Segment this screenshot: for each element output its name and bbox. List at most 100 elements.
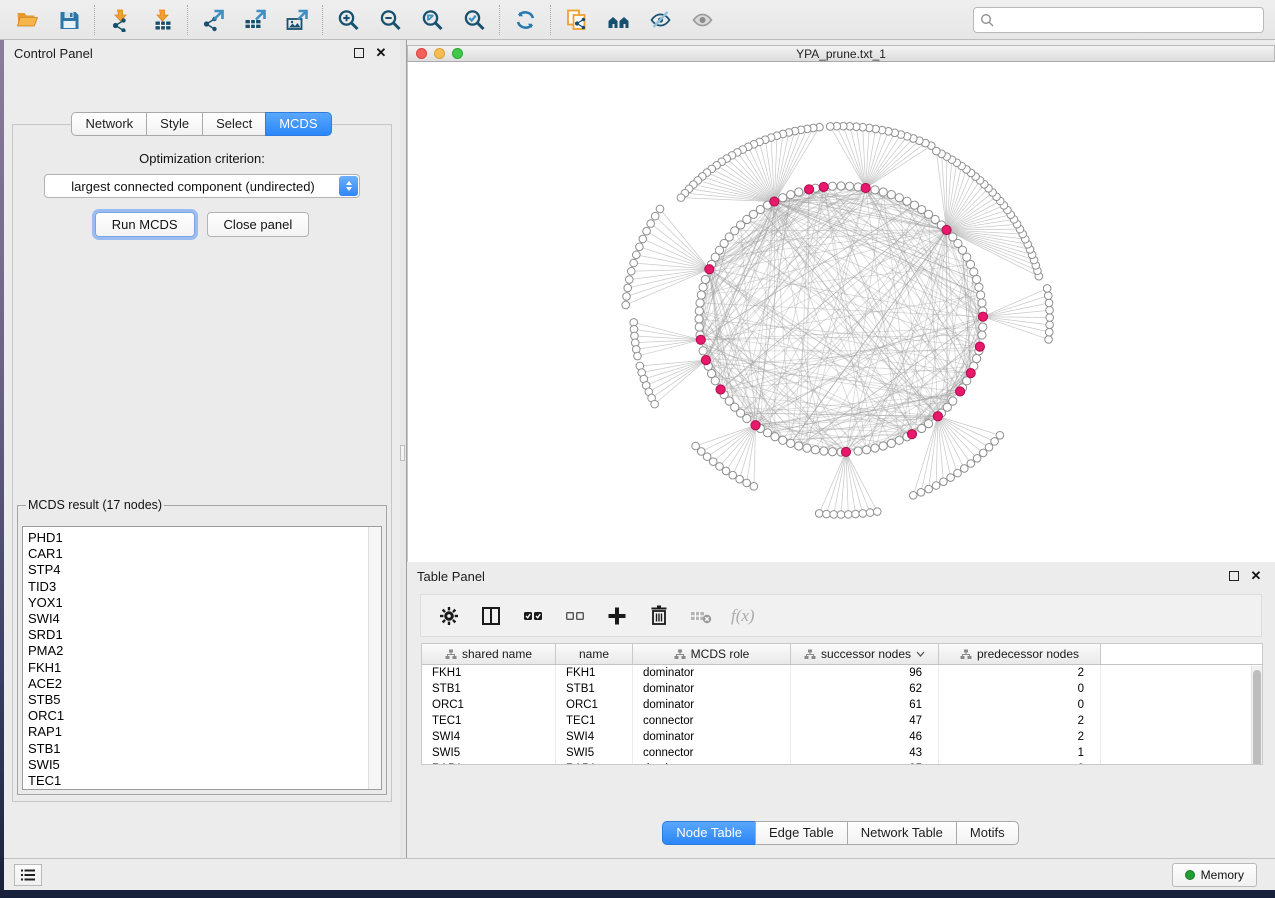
export-network-button[interactable]	[192, 3, 234, 37]
column-header-MCDS-role[interactable]: MCDS role	[633, 644, 791, 664]
mcds-result-item[interactable]: PMA2	[28, 643, 367, 659]
satellite-node[interactable]	[823, 510, 831, 518]
tab-network[interactable]: Network	[71, 112, 147, 136]
network-canvas[interactable]	[407, 62, 1275, 562]
satellite-node[interactable]	[985, 443, 993, 451]
mcds-result-item[interactable]: ACE2	[28, 676, 367, 692]
satellite-node[interactable]	[925, 485, 933, 493]
network-node[interactable]	[711, 377, 719, 385]
network-node[interactable]	[972, 275, 980, 283]
network-from-selection-button[interactable]	[555, 3, 597, 37]
network-node[interactable]	[975, 283, 983, 291]
import-network-button[interactable]	[99, 3, 141, 37]
satellite-node[interactable]	[837, 511, 845, 519]
satellite-node[interactable]	[815, 510, 823, 518]
first-neighbors-button[interactable]	[597, 3, 639, 37]
mcds-hub-node[interactable]	[716, 385, 725, 394]
satellite-node[interactable]	[830, 511, 838, 519]
network-node[interactable]	[699, 283, 707, 291]
satellite-node[interactable]	[1043, 285, 1051, 293]
network-node[interactable]	[972, 354, 980, 362]
mcds-result-item[interactable]: YOX1	[28, 595, 367, 611]
tab-motifs[interactable]: Motifs	[956, 821, 1019, 845]
network-node[interactable]	[828, 182, 836, 190]
vertical-splitter[interactable]	[400, 40, 407, 858]
mcds-hub-node[interactable]	[933, 412, 942, 421]
mcds-hub-node[interactable]	[907, 430, 916, 439]
tab-node-table[interactable]: Node Table	[662, 821, 756, 845]
table-row[interactable]: RAP1RAP1dominator352	[422, 761, 1262, 765]
satellite-node[interactable]	[722, 467, 730, 475]
network-node[interactable]	[696, 299, 704, 307]
optimization-criterion-select[interactable]: largest connected component (undirected)	[44, 174, 360, 198]
zoom-out-button[interactable]	[369, 3, 411, 37]
network-node[interactable]	[871, 444, 879, 452]
network-node[interactable]	[978, 331, 986, 339]
table-row[interactable]: SWI4SWI4dominator462	[422, 729, 1262, 745]
network-node[interactable]	[795, 188, 803, 196]
satellite-node[interactable]	[859, 510, 867, 518]
mcds-hub-node[interactable]	[770, 197, 779, 206]
show-columns-button[interactable]	[479, 601, 503, 631]
network-node[interactable]	[895, 194, 903, 202]
mcds-hub-node[interactable]	[975, 342, 984, 351]
satellite-node[interactable]	[677, 194, 685, 202]
memory-button[interactable]: Memory	[1172, 863, 1257, 887]
open-file-button[interactable]	[6, 3, 48, 37]
column-header-successor-nodes[interactable]: successor nodes	[791, 644, 939, 664]
network-node[interactable]	[787, 191, 795, 199]
mcds-hub-node[interactable]	[978, 312, 987, 321]
satellite-node[interactable]	[991, 438, 999, 446]
satellite-node[interactable]	[634, 352, 642, 360]
satellite-node[interactable]	[932, 482, 940, 490]
satellite-node[interactable]	[947, 474, 955, 482]
mcds-result-item[interactable]: SWI5	[28, 757, 367, 773]
network-node[interactable]	[743, 414, 751, 422]
network-node[interactable]	[771, 433, 779, 441]
satellite-node[interactable]	[909, 492, 917, 500]
table-row[interactable]: ORC1ORC1dominator610	[422, 697, 1262, 713]
satellite-node[interactable]	[1046, 321, 1054, 329]
column-header-predecessor-nodes[interactable]: predecessor nodes	[939, 644, 1101, 664]
satellite-node[interactable]	[873, 508, 881, 516]
mcds-hub-node[interactable]	[861, 183, 870, 192]
satellite-node[interactable]	[639, 235, 647, 243]
network-node[interactable]	[895, 436, 903, 444]
tab-select[interactable]: Select	[202, 112, 266, 136]
satellite-node[interactable]	[1044, 292, 1052, 300]
mcds-result-item[interactable]: SRD1	[28, 627, 367, 643]
satellite-node[interactable]	[622, 301, 630, 309]
network-node[interactable]	[811, 446, 819, 454]
mcds-hub-node[interactable]	[955, 387, 964, 396]
network-node[interactable]	[845, 182, 853, 190]
satellite-node[interactable]	[623, 293, 631, 301]
satellite-node[interactable]	[960, 465, 968, 473]
save-session-button[interactable]	[48, 3, 90, 37]
export-table-button[interactable]	[234, 3, 276, 37]
close-panel-button[interactable]: Close panel	[207, 212, 310, 237]
hide-selected-button[interactable]	[639, 3, 681, 37]
table-row[interactable]: TEC1TEC1connector472	[422, 713, 1262, 729]
satellite-node[interactable]	[636, 243, 644, 251]
satellite-node[interactable]	[651, 400, 659, 408]
column-header-shared-name[interactable]: shared name	[422, 644, 556, 664]
network-node[interactable]	[803, 444, 811, 452]
mcds-hub-node[interactable]	[701, 355, 710, 364]
network-node[interactable]	[837, 182, 845, 190]
network-node[interactable]	[779, 436, 787, 444]
satellite-node[interactable]	[743, 479, 751, 487]
mcds-result-item[interactable]: STB5	[28, 692, 367, 708]
add-column-button[interactable]	[605, 601, 629, 631]
network-node[interactable]	[779, 194, 787, 202]
table-row[interactable]: FKH1FKH1dominator962	[422, 665, 1262, 681]
satellite-node[interactable]	[736, 475, 744, 483]
mcds-hub-node[interactable]	[819, 182, 828, 191]
network-node[interactable]	[879, 442, 887, 450]
network-node[interactable]	[949, 233, 957, 241]
mcds-hub-node[interactable]	[804, 185, 813, 194]
import-table-button[interactable]	[141, 3, 183, 37]
network-node[interactable]	[879, 188, 887, 196]
satellite-node[interactable]	[647, 220, 655, 228]
network-node[interactable]	[763, 429, 771, 437]
mcds-hub-node[interactable]	[751, 421, 760, 430]
